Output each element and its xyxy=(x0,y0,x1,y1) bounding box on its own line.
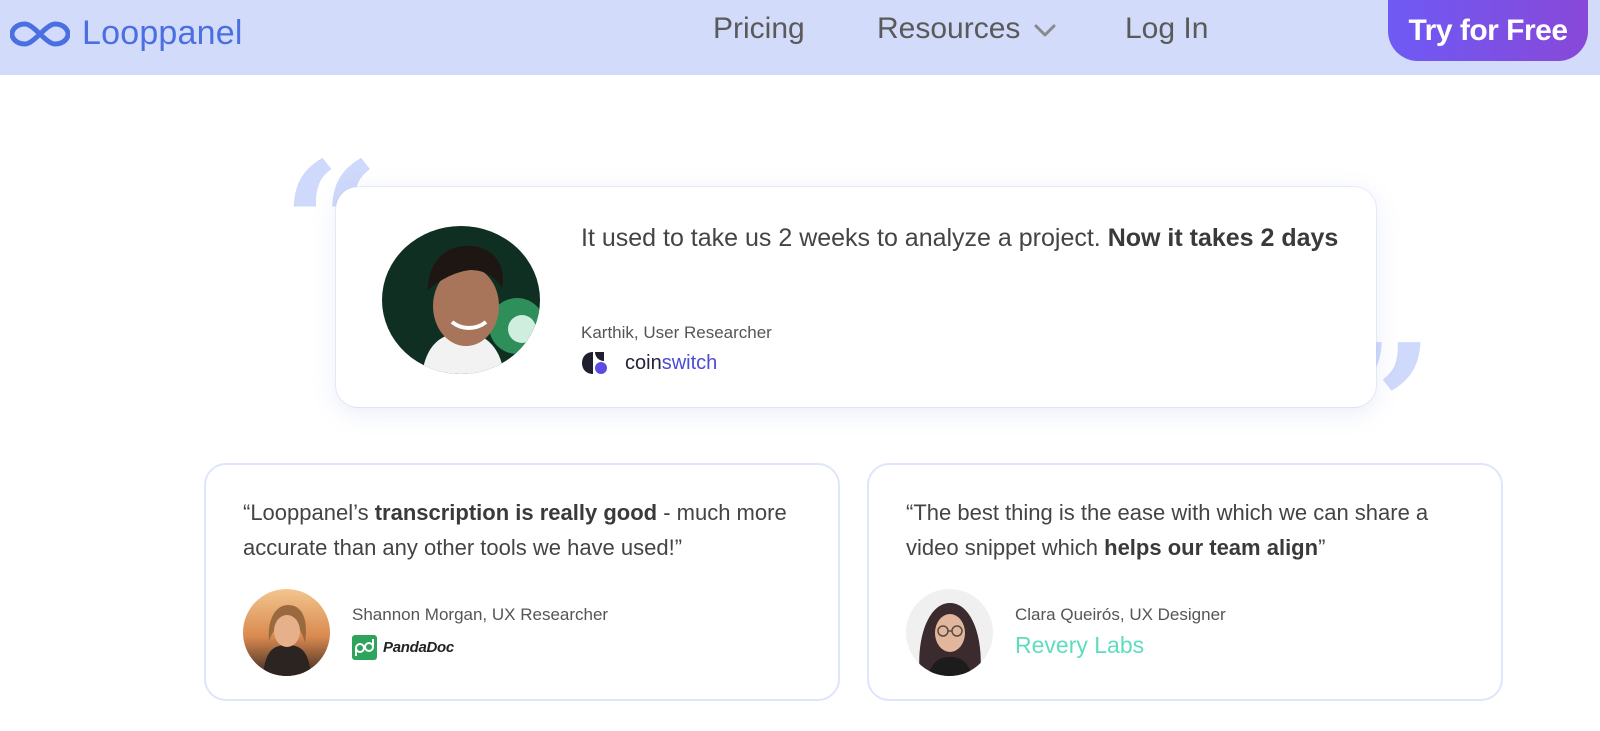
company-logo-revery-labs: Revery Labs xyxy=(1015,632,1145,658)
quote-part-start: “Looppanel’s xyxy=(243,500,375,525)
coinswitch-wordmark: coinswitch xyxy=(625,352,717,375)
featured-quote-text: It used to take us 2 weeks to analyze a … xyxy=(581,218,1351,258)
pandadoc-logo-icon xyxy=(352,635,377,660)
avatar-shannon xyxy=(243,589,330,676)
brand-name: Looppanel xyxy=(82,14,243,52)
quote-part-highlight: helps our team align xyxy=(1104,535,1319,560)
testimonial-card-shannon: “Looppanel’s transcription is really goo… xyxy=(204,463,840,701)
quote-part-end: ” xyxy=(1318,535,1326,560)
coinswitch-logo-icon xyxy=(582,352,607,374)
featured-quote-plain: It used to take us 2 weeks to analyze a … xyxy=(581,224,1108,252)
coinswitch-wordmark-switch: switch xyxy=(661,351,718,374)
nav-link-pricing[interactable]: Pricing xyxy=(713,12,805,46)
nav-link-login[interactable]: Log In xyxy=(1125,12,1208,46)
brand-logo-link[interactable]: Looppanel xyxy=(10,14,243,53)
testimonial-card-clara: “The best thing is the ease with which w… xyxy=(867,463,1503,701)
testimonial-author: Clara Queirós, UX Designer xyxy=(1015,605,1226,624)
chevron-down-icon xyxy=(1034,24,1056,37)
coinswitch-wordmark-coin: coin xyxy=(625,351,662,374)
featured-quote-highlight: Now it takes 2 days xyxy=(1107,224,1339,252)
company-logo-pandadoc: PandaDoc xyxy=(352,635,454,660)
pandadoc-wordmark: PandaDoc xyxy=(383,639,454,656)
infinity-logo-icon xyxy=(10,20,70,47)
avatar-clara xyxy=(906,589,993,676)
testimonial-author: Shannon Morgan, UX Researcher xyxy=(352,605,609,624)
quote-part-highlight: transcription is really good xyxy=(374,500,658,525)
top-navigation-bar: Looppanel Pricing Resources Log In Try f… xyxy=(0,0,1600,75)
avatar-karthik xyxy=(382,226,540,374)
nav-dropdown-resources[interactable]: Resources xyxy=(877,12,1056,46)
featured-author: Karthik, User Researcher xyxy=(581,323,772,342)
testimonial-quote-text: “Looppanel’s transcription is really goo… xyxy=(243,495,818,565)
nav-resources-label: Resources xyxy=(877,12,1021,45)
try-for-free-button[interactable]: Try for Free xyxy=(1388,0,1588,61)
testimonial-quote-text: “The best thing is the ease with which w… xyxy=(906,495,1481,565)
company-logo-coinswitch: coinswitch xyxy=(581,351,717,375)
